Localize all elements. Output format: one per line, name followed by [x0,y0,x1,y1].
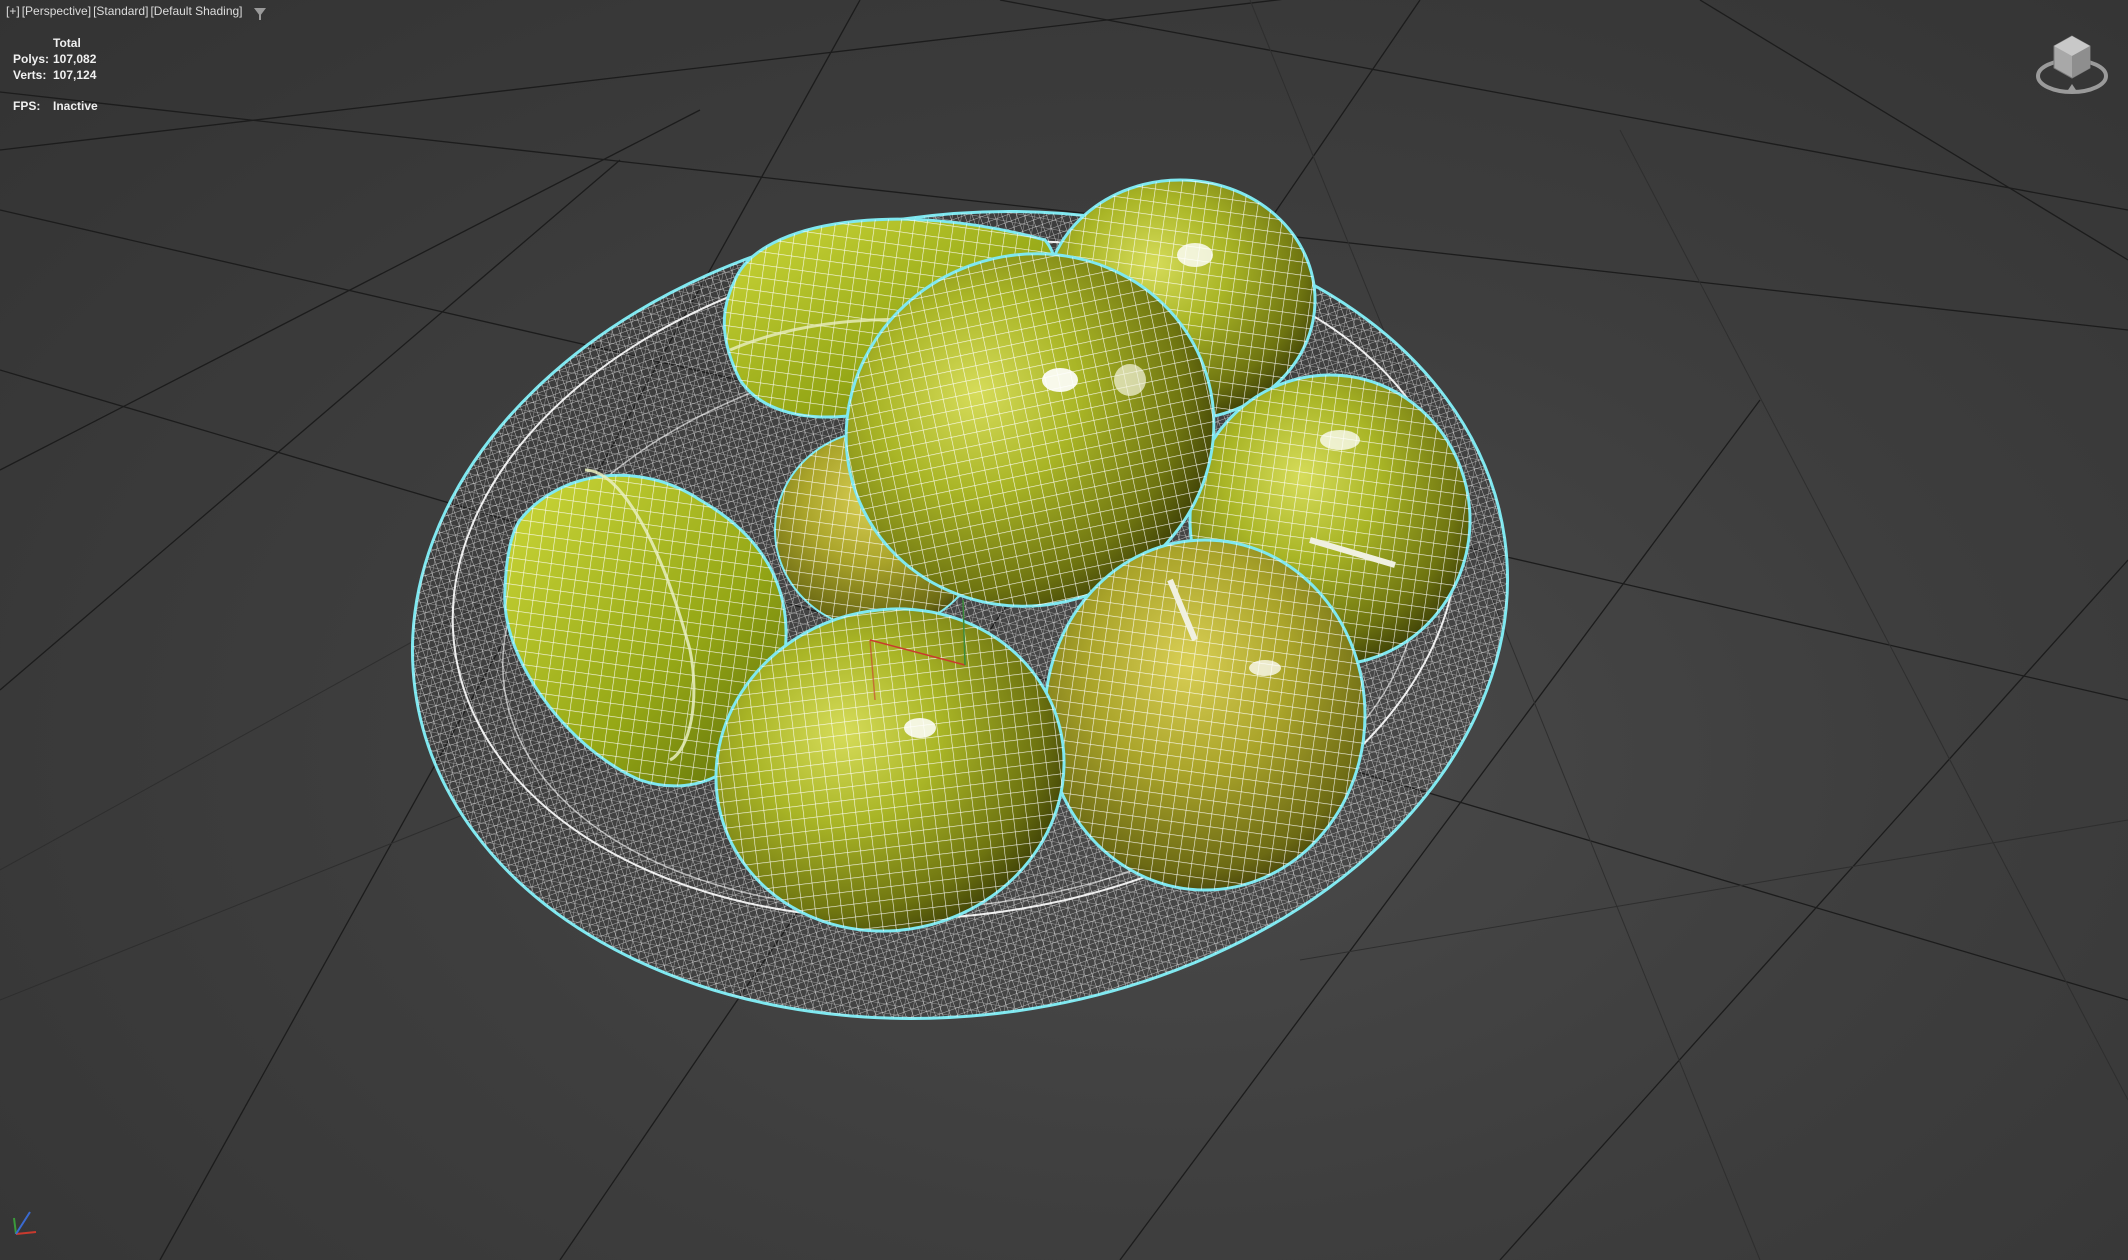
viewcube-icon[interactable] [2032,28,2112,98]
funnel-icon[interactable] [253,7,266,20]
viewport-view-menu[interactable]: [Perspective] [21,4,92,18]
viewport-plus-menu[interactable]: [+] [5,4,21,18]
polys-label: Polys: [13,52,50,66]
verts-label: Verts: [13,68,47,82]
viewport-statistics: Total Polys: 107,082 Verts: 107,124 FPS: In… [13,35,98,114]
perspective-viewport[interactable]: [+] [Perspective] [Standard] [Default Sh… [0,0,2128,1260]
scene-render[interactable] [0,0,2128,1260]
fps-label: FPS: [13,99,41,113]
viewport-stage-menu[interactable]: [Standard] [92,4,149,18]
stats-header: Total [53,36,81,50]
viewport-label-menu: [+] [Perspective] [Standard] [Default Sh… [5,4,266,20]
fps-value: Inactive [53,99,98,113]
axis-tripod-icon [13,1211,37,1235]
verts-value: 107,124 [53,68,97,82]
apple-front-right [1043,538,1367,892]
viewport-shading-menu[interactable]: [Default Shading] [149,4,243,18]
polys-value: 107,082 [53,52,97,66]
